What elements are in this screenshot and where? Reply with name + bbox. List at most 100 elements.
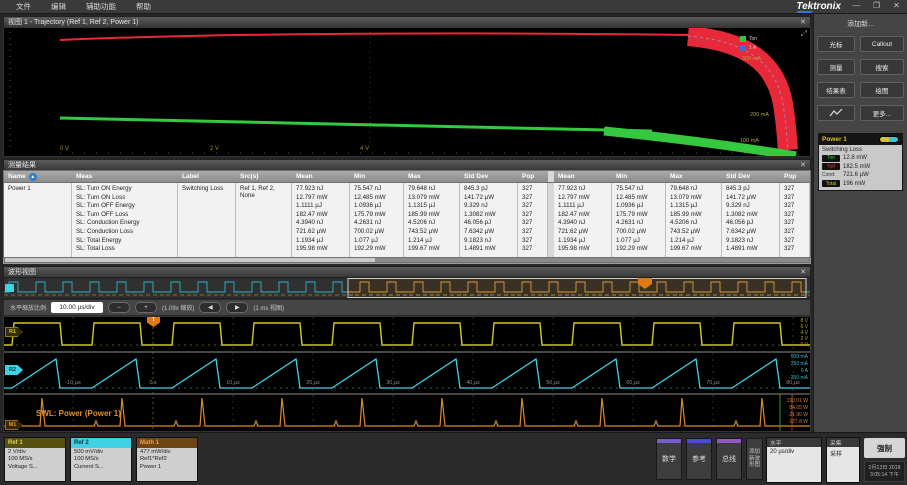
time-label: 10 µs [226,380,240,386]
add-math-button[interactable]: 数学 [656,438,682,480]
pan-right-button[interactable]: ▶ [226,302,248,313]
ref1-channel-badge[interactable]: Ref 1 2 V/div 100 MS/s Voltage S... [4,437,66,482]
math1-scale-label: 84.05 W [764,405,808,411]
time-label: 20 µs [306,380,320,386]
ref1-scale: 2 V/div [8,449,65,456]
plot-button[interactable]: 绘图 [860,82,904,98]
math1-channel-badge[interactable]: Math 1 477 mW/div Ref1*Ref2 Power 1 [136,437,198,482]
menu-file[interactable]: 文件 [16,1,31,12]
date-text: 2月13日 2018 [868,465,900,472]
waveform-title: 波形视图 [8,267,36,277]
col-label[interactable]: Label [178,171,236,182]
h-scrollbar[interactable] [4,257,810,263]
col-mean-2[interactable]: Mean [554,171,612,182]
col-max[interactable]: Max [404,171,460,182]
pan-left-button[interactable]: ◀ [199,302,221,313]
trajectory-close-icon[interactable]: ✕ [800,18,806,26]
cursors-button[interactable]: 光标 [817,36,855,52]
power1-badge-header[interactable]: Power 1 [819,134,902,145]
bottom-bar: Ref 1 2 V/div 100 MS/s Voltage S... Ref … [0,432,907,485]
col-min-2[interactable]: Min [612,171,666,182]
ton-key: Ton [822,155,840,162]
close-icon[interactable]: ✕ [890,1,903,10]
more-button[interactable]: 更多... [860,105,904,121]
sort-icon[interactable]: ▲ [29,173,37,181]
add-ref-button[interactable]: 参考 [686,438,712,480]
add-math-label: 数学 [662,454,676,464]
trajectory-window: 视图 1 - Trajectory (Ref 1, Ref 2, Power 1… [3,16,811,157]
add-bus-button[interactable]: 总线 [716,438,742,480]
time-label: 0 s [149,380,156,386]
trajectory-curves [4,28,810,156]
search-button[interactable]: 搜索 [860,59,904,75]
trajectory-plot-canvas[interactable]: 0 V 2 V 4 V 300 mA 200 mA 100 mA Ton 1 A… [3,27,811,157]
menu-help[interactable]: 帮助 [136,1,151,12]
cell-mean: 77.923 nJ 12.797 mW 1.1111 µJ 182.47 mW … [292,183,350,258]
add-waveform-button[interactable]: 添加新波形图 [746,438,763,480]
waveform-tools-button[interactable] [817,105,855,121]
waveform-grid[interactable]: T R1 R2 M1 SWL: Power (Power 1) -10 µs 0… [3,316,811,432]
power1-row-cond: Cond: 721.6 µW [822,172,899,179]
waveform-close-icon[interactable]: ✕ [800,268,806,276]
trajectory-titlebar[interactable]: 视图 1 - Trajectory (Ref 1, Ref 2, Power 1… [3,16,811,27]
force-trigger-button[interactable]: 强制 [864,438,905,458]
menu-edit[interactable]: 编辑 [51,1,66,12]
power1-badge[interactable]: Power 1 Switching Loss Ton 12.8 mW Toff … [818,133,903,191]
view-readout: (1 ms 视图) [253,303,284,312]
ref2-scale-label: -250 mA [764,375,808,381]
col-pop-2[interactable]: Pop [780,171,810,182]
col-max-2[interactable]: Max [666,171,722,182]
waveform-icon [829,108,843,118]
cond-value: 721.6 µW [843,172,869,178]
waveform-traces [4,317,810,431]
trajectory-title: 视图 1 - Trajectory (Ref 1, Ref 2, Power 1… [8,17,138,27]
time-label: 30 µs [386,380,400,386]
col-mean[interactable]: Mean [292,171,350,182]
x-axis-label: 0 V [60,146,69,152]
waveform-overview-strip[interactable] [3,277,811,299]
acquisition-panel[interactable]: 采集 采样 [826,437,860,483]
cell-srcs: Ref 1, Ref 2, None [236,183,292,258]
results-table-row[interactable]: Power 1 SL: Turn ON Energy SL: Turn ON L… [3,183,811,258]
math-color-strip [657,439,681,443]
cell-mean-2: 77.923 nJ 12.797 mW 1.1111 µJ 182.47 mW … [554,183,612,258]
minimize-icon[interactable]: — [850,1,863,10]
ref1-source-type: Voltage S... [8,464,65,471]
results-table-button[interactable]: 结果表 [817,82,855,98]
zoom-scale-field[interactable]: 10.00 µs/div [51,302,103,313]
ref2-badge-header: Ref 2 [71,438,131,448]
zoom-in-button[interactable]: + [135,302,157,313]
waveform-titlebar[interactable]: 波形视图 ✕ [3,266,811,277]
horizontal-panel[interactable]: 水平 20 µs/div [766,437,822,483]
overview-waveforms [4,278,810,298]
scrollbar-thumb[interactable] [5,258,375,262]
expand-icon[interactable]: ⤢ [801,29,807,39]
col-srcs[interactable]: Src(s) [236,171,292,182]
cond-key: Cond: [822,172,840,179]
measure-button[interactable]: 测量 [817,59,855,75]
col-min[interactable]: Min [350,171,404,182]
results-close-icon[interactable]: ✕ [800,161,806,169]
col-name[interactable]: Name▲ [4,171,72,182]
power-measurement-label: SWL: Power (Power 1) [36,409,121,418]
power1-row-ton: Ton 12.8 mW [822,155,899,162]
results-titlebar[interactable]: 测量结果 ✕ [3,159,811,170]
toff-key: Toff [822,163,840,170]
callout-button[interactable]: Callout [860,36,904,52]
x-axis-label: 4 V [360,146,369,152]
maximize-icon[interactable]: ❐ [870,1,883,10]
tekscope-app: 文件 编辑 辅助功能 帮助 Tektronix — ❐ ✕ 视图 1 - Tra… [0,0,907,485]
col-pop[interactable]: Pop [518,171,548,182]
col-meas[interactable]: Meas [72,171,178,182]
col-stddev[interactable]: Std Dev [460,171,518,182]
col-stddev-2[interactable]: Std Dev [722,171,780,182]
add-new-title: 添加新... [814,19,907,29]
zoom-out-button[interactable]: − [108,302,130,313]
total-key: Total [822,180,840,187]
power1-badge-body: Switching Loss Ton 12.8 mW Toff 182.5 mW… [819,145,902,190]
menu-bar: 文件 编辑 辅助功能 帮助 Tektronix — ❐ ✕ [0,0,907,14]
ref2-channel-badge[interactable]: Ref 2 500 mV/div 100 MS/s Current S... [70,437,132,482]
time-label: -10 µs [65,380,80,386]
menu-utility[interactable]: 辅助功能 [86,1,116,12]
power1-toggle[interactable] [879,136,899,143]
